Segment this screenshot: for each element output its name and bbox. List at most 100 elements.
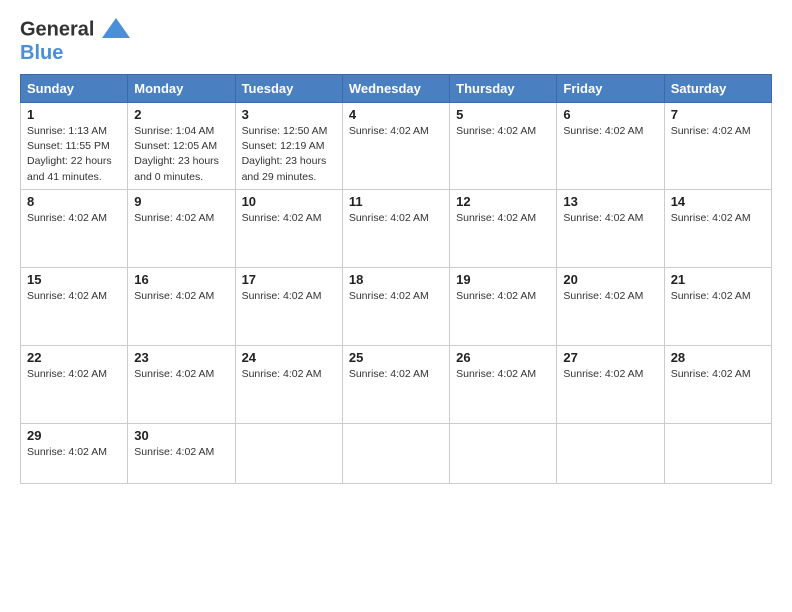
day-info: Sunrise: 4:02 AM xyxy=(349,124,443,139)
day-info: Sunrise: 4:02 AM xyxy=(671,289,765,304)
day-number: 14 xyxy=(671,194,765,209)
table-row: 21 Sunrise: 4:02 AM xyxy=(664,267,771,345)
day-info: Sunrise: 4:02 AM xyxy=(671,124,765,139)
day-info: Sunrise: 4:02 AM xyxy=(456,367,550,382)
day-number: 16 xyxy=(134,272,228,287)
logo: General Blue xyxy=(20,18,130,64)
day-info: Sunrise: 4:02 AM xyxy=(563,289,657,304)
day-number: 10 xyxy=(242,194,336,209)
table-row: 4 Sunrise: 4:02 AM xyxy=(342,103,449,190)
table-row: 1 Sunrise: 1:13 AM Sunset: 11:55 PM Dayli… xyxy=(21,103,128,190)
day-number: 17 xyxy=(242,272,336,287)
day-number: 23 xyxy=(134,350,228,365)
table-row: 28 Sunrise: 4:02 AM xyxy=(664,345,771,423)
day-info: Sunrise: 4:02 AM xyxy=(456,211,550,226)
day-number: 6 xyxy=(563,107,657,122)
day-info: Sunrise: 4:02 AM xyxy=(134,367,228,382)
day-info: Sunrise: 4:02 AM xyxy=(456,289,550,304)
table-row: 3 Sunrise: 12:50 AM Sunset: 12:19 AM Dayl… xyxy=(235,103,342,190)
logo-icon xyxy=(102,14,130,42)
table-row: 10 Sunrise: 4:02 AM xyxy=(235,189,342,267)
day-number: 3 xyxy=(242,107,336,122)
page: General Blue Sunday Monday Tuesday Wedne… xyxy=(0,0,792,612)
table-row: 20Sunrise: 4:02 AM xyxy=(557,267,664,345)
day-info: Sunrise: 12:50 AM Sunset: 12:19 AM Dayli… xyxy=(242,124,336,185)
day-number: 15 xyxy=(27,272,121,287)
table-row: 2 Sunrise: 1:04 AM Sunset: 12:05 AM Dayli… xyxy=(128,103,235,190)
col-tuesday: Tuesday xyxy=(235,75,342,103)
table-row xyxy=(235,423,342,483)
day-info: Sunrise: 4:02 AM xyxy=(134,445,228,460)
day-info: Sunrise: 4:02 AM xyxy=(27,367,121,382)
table-row: 8 Sunrise: 4:02 AM xyxy=(21,189,128,267)
table-row: 23 Sunrise: 4:02 AM xyxy=(128,345,235,423)
table-row: 9 Sunrise: 4:02 AM xyxy=(128,189,235,267)
table-row: 29 Sunrise: 4:02 AM xyxy=(21,423,128,483)
day-number: 9 xyxy=(134,194,228,209)
day-info: Sunrise: 4:02 AM xyxy=(242,367,336,382)
day-number: 27 xyxy=(563,350,657,365)
day-number: 18 xyxy=(349,272,443,287)
day-info: Sunrise: 4:02 AM xyxy=(563,211,657,226)
table-row: 14Sunrise: 4:02 AM xyxy=(664,189,771,267)
day-number: 7 xyxy=(671,107,765,122)
logo-text-blue: Blue xyxy=(20,42,130,64)
day-number: 28 xyxy=(671,350,765,365)
table-row: 22 Sunrise: 4:02 AM xyxy=(21,345,128,423)
logo-text-general: General xyxy=(20,18,94,40)
table-row: 7 Sunrise: 4:02 AM xyxy=(664,103,771,190)
day-info: Sunrise: 4:02 AM xyxy=(349,367,443,382)
table-row xyxy=(342,423,449,483)
day-info: Sunrise: 4:02 AM xyxy=(563,367,657,382)
day-info: Sunrise: 4:02 AM xyxy=(349,211,443,226)
day-info: Sunrise: 4:02 AM xyxy=(242,289,336,304)
col-sunday: Sunday xyxy=(21,75,128,103)
calendar: Sunday Monday Tuesday Wednesday Thursday… xyxy=(20,74,772,484)
day-info: Sunrise: 1:13 AM Sunset: 11:55 PM Daylig… xyxy=(27,124,121,185)
table-row: 13 Sunrise: 4:02 AM xyxy=(557,189,664,267)
table-row: 17 Sunrise: 4:02 AM xyxy=(235,267,342,345)
day-info: Sunrise: 4:02 AM xyxy=(27,211,121,226)
day-number: 4 xyxy=(349,107,443,122)
day-number: 1 xyxy=(27,107,121,122)
col-wednesday: Wednesday xyxy=(342,75,449,103)
day-number: 29 xyxy=(27,428,121,443)
header: General Blue xyxy=(20,18,772,64)
table-row: 16Sunrise: 4:02 AM xyxy=(128,267,235,345)
col-friday: Friday xyxy=(557,75,664,103)
table-row xyxy=(450,423,557,483)
day-number: 22 xyxy=(27,350,121,365)
table-row: 24 Sunrise: 4:02 AM xyxy=(235,345,342,423)
table-row: 27 Sunrise: 4:02 AM xyxy=(557,345,664,423)
col-thursday: Thursday xyxy=(450,75,557,103)
day-number: 24 xyxy=(242,350,336,365)
table-row: 25 Sunrise: 4:02 AM xyxy=(342,345,449,423)
day-number: 26 xyxy=(456,350,550,365)
day-info: Sunrise: 4:02 AM xyxy=(563,124,657,139)
day-info: Sunrise: 4:02 AM xyxy=(27,445,121,460)
table-row: 19 Sunrise: 4:02 AM xyxy=(450,267,557,345)
table-row: 15 Sunrise: 4:02 AM xyxy=(21,267,128,345)
day-number: 25 xyxy=(349,350,443,365)
day-info: Sunrise: 1:04 AM Sunset: 12:05 AM Daylig… xyxy=(134,124,228,185)
day-number: 8 xyxy=(27,194,121,209)
day-info: Sunrise: 4:02 AM xyxy=(27,289,121,304)
table-row: 11 Sunrise: 4:02 AM xyxy=(342,189,449,267)
day-number: 11 xyxy=(349,194,443,209)
table-row: 30 Sunrise: 4:02 AM xyxy=(128,423,235,483)
day-number: 30 xyxy=(134,428,228,443)
day-info: Sunrise: 4:02 AM xyxy=(134,211,228,226)
day-info: Sunrise: 4:02 AM xyxy=(242,211,336,226)
col-saturday: Saturday xyxy=(664,75,771,103)
day-number: 2 xyxy=(134,107,228,122)
day-number: 5 xyxy=(456,107,550,122)
day-number: 19 xyxy=(456,272,550,287)
table-row: 18Sunrise: 4:02 AM xyxy=(342,267,449,345)
day-number: 13 xyxy=(563,194,657,209)
table-row xyxy=(664,423,771,483)
table-row xyxy=(557,423,664,483)
table-row: 5Sunrise: 4:02 AM xyxy=(450,103,557,190)
day-info: Sunrise: 4:02 AM xyxy=(671,367,765,382)
day-number: 21 xyxy=(671,272,765,287)
table-row: 26 Sunrise: 4:02 AM xyxy=(450,345,557,423)
